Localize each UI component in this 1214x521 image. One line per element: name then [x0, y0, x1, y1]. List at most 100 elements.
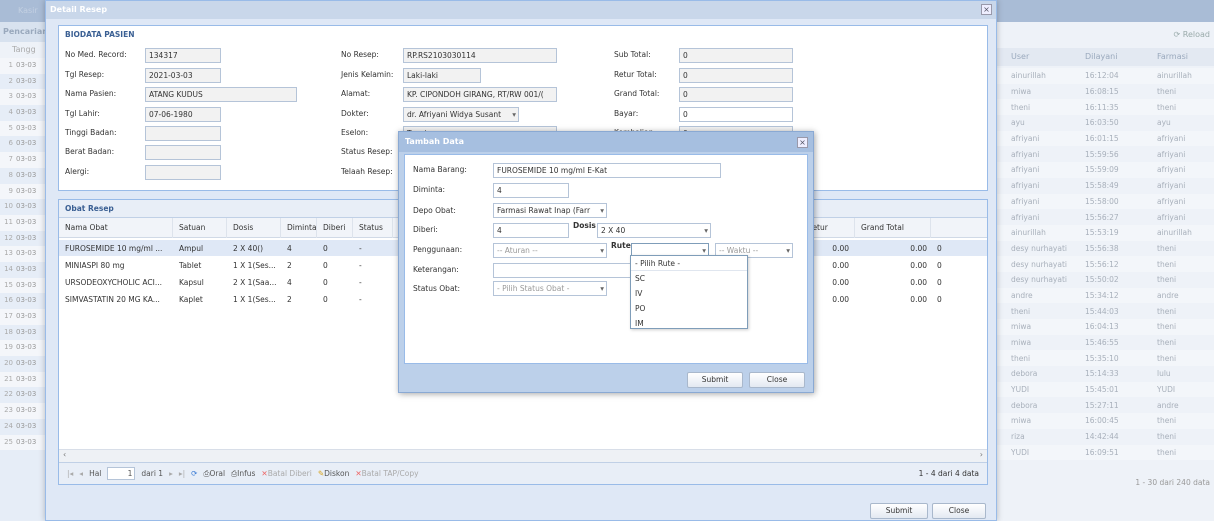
search-list-item[interactable]: 17 03-03 [0, 309, 47, 325]
history-column-header[interactable]: Farmasi [1147, 48, 1207, 66]
no-med-field[interactable]: 134317 [145, 48, 221, 63]
history-row[interactable]: afriyani 16:01:15 afriyani [997, 130, 1214, 147]
obat-column-header[interactable]: Nama Obat [59, 217, 173, 238]
search-list-item[interactable]: 5 03-03 [0, 120, 47, 137]
nama-pasien-field[interactable]: ATANG KUDUS [145, 87, 297, 102]
reload-button[interactable]: ⟳ Reload [1174, 30, 1210, 39]
tgl-resep-field[interactable]: 2021-03-03 [145, 68, 221, 83]
history-row[interactable]: miwa 16:00:45 theni [997, 413, 1214, 429]
search-list-item[interactable]: 11 03-03 [0, 214, 47, 231]
history-row[interactable]: miwa 15:46:55 theni [997, 335, 1214, 351]
search-list-item[interactable]: 24 03-03 [0, 419, 47, 435]
history-row[interactable]: afriyani 15:58:49 afriyani [997, 178, 1214, 194]
submit-button[interactable]: Submit [870, 503, 928, 519]
obat-column-header[interactable]: Grand Total [855, 217, 931, 238]
search-list-item[interactable]: 25 03-03 [0, 434, 47, 451]
history-row[interactable]: afriyani 15:56:27 afriyani [997, 209, 1214, 225]
sub-total-field[interactable]: 0 [679, 48, 793, 63]
rute-option[interactable]: - Pilih Rute - [631, 256, 747, 271]
rute-option[interactable]: SC [631, 271, 747, 286]
history-column-header[interactable]: User [997, 48, 1073, 66]
prev-page-icon[interactable]: ◂ [79, 469, 83, 478]
keterangan-field[interactable] [493, 263, 633, 278]
search-list-item[interactable]: 15 03-03 [0, 277, 47, 294]
search-list-item[interactable]: 4 03-03 [0, 105, 47, 121]
obat-column-header[interactable]: Diberi [317, 217, 353, 238]
history-row[interactable]: YUDI 15:45:01 YUDI [997, 381, 1214, 398]
history-row[interactable]: theni 15:44:03 theni [997, 303, 1214, 319]
history-row[interactable]: theni 16:11:35 theni [997, 99, 1214, 116]
search-list-item[interactable]: 10 03-03 [0, 199, 47, 215]
next-page-icon[interactable]: ▸ [169, 469, 173, 478]
close-button[interactable]: Close [932, 503, 986, 519]
rute-option[interactable]: IV [631, 286, 747, 301]
search-list-item[interactable]: 8 03-03 [0, 168, 47, 184]
depo-obat-select[interactable]: Farmasi Rawat Inap (Farr [493, 203, 607, 218]
history-row[interactable]: debora 15:14:33 lulu [997, 366, 1214, 382]
obat-column-header[interactable]: Satuan [173, 217, 227, 238]
history-column-header[interactable]: Dilayani [1073, 48, 1147, 66]
search-list-item[interactable]: 7 03-03 [0, 152, 47, 168]
grid-scrollbar[interactable]: ‹ › [59, 449, 987, 462]
rute-option[interactable]: PO [631, 301, 747, 316]
no-resep-field[interactable]: RP.RS2103030114 [403, 48, 557, 63]
search-list-item[interactable]: 9 03-03 [0, 183, 47, 200]
diskon-button[interactable]: ✎Diskon [318, 469, 349, 478]
search-list-item[interactable]: 23 03-03 [0, 403, 47, 419]
page-input[interactable]: 1 [107, 467, 136, 480]
history-row[interactable]: ainurillah 16:12:04 ainurillah [997, 68, 1214, 84]
first-page-icon[interactable]: |◂ [67, 469, 73, 478]
obat-column-header[interactable]: Status [353, 217, 393, 238]
search-list-item[interactable]: 19 03-03 [0, 340, 47, 357]
tinggi-badan-field[interactable] [145, 126, 221, 141]
search-list-item[interactable]: 22 03-03 [0, 387, 47, 403]
column-header-date[interactable]: Tangg [0, 42, 47, 58]
history-row[interactable]: afriyani 15:58:00 afriyani [997, 193, 1214, 210]
history-row[interactable]: afriyani 15:59:56 afriyani [997, 146, 1214, 162]
dialog-close-button[interactable]: × [797, 137, 808, 148]
berat-badan-field[interactable] [145, 145, 221, 160]
nama-barang-field[interactable]: FUROSEMIDE 10 mg/ml E-Kat [493, 163, 721, 178]
obat-column-header[interactable]: Diminta [281, 217, 317, 238]
diberi-field[interactable]: 4 [493, 223, 569, 238]
history-row[interactable]: theni 15:35:10 theni [997, 350, 1214, 367]
history-row[interactable]: desy nurhayati 15:50:02 theni [997, 272, 1214, 288]
jenis-kelamin-field[interactable]: Laki-laki [403, 68, 481, 83]
scroll-left-icon[interactable]: ‹ [63, 450, 66, 459]
aturan-select[interactable]: -- Aturan -- [493, 243, 607, 258]
refresh-icon[interactable]: ⟳ [191, 469, 197, 478]
history-row[interactable]: ayu 16:03:50 ayu [997, 115, 1214, 131]
search-list-item[interactable]: 2 03-03 [0, 74, 47, 90]
history-row[interactable]: riza 14:42:44 theni [997, 429, 1214, 445]
history-row[interactable]: desy nurhayati 15:56:38 theni [997, 241, 1214, 257]
history-row[interactable]: ainurillah 15:53:19 ainurillah [997, 224, 1214, 241]
history-row[interactable]: miwa 16:08:15 theni [997, 84, 1214, 100]
search-list-item[interactable]: 14 03-03 [0, 262, 47, 278]
infus-button[interactable]: ⎙Infus [231, 469, 255, 479]
obat-column-header[interactable]: Dosis [227, 217, 281, 238]
dialog-submit-button[interactable]: Submit [687, 372, 743, 388]
batal-diberi-button[interactable]: ✕Batal Diberi [261, 469, 311, 478]
search-list-item[interactable]: 6 03-03 [0, 136, 47, 152]
dosis-select[interactable]: 2 X 40 [597, 223, 711, 238]
search-list-item[interactable]: 13 03-03 [0, 246, 47, 262]
history-row[interactable]: debora 15:27:11 andre [997, 397, 1214, 413]
search-list-item[interactable]: 18 03-03 [0, 325, 47, 341]
retur-total-field[interactable]: 0 [679, 68, 793, 83]
grand-total-field[interactable]: 0 [679, 87, 793, 102]
search-list-item[interactable]: 12 03-03 [0, 231, 47, 247]
rute-option[interactable]: IM [631, 316, 747, 331]
diminta-field[interactable]: 4 [493, 183, 569, 198]
search-list-item[interactable]: 1 03-03 [0, 58, 47, 74]
tgl-lahir-field[interactable]: 07-06-1980 [145, 107, 221, 122]
history-row[interactable]: YUDI 16:09:51 theni [997, 444, 1214, 461]
search-list-item[interactable]: 16 03-03 [0, 293, 47, 309]
alamat-field[interactable]: KP. CIPONDOH GIRANG, RT/RW 001/( [403, 87, 557, 102]
search-list-item[interactable]: 20 03-03 [0, 356, 47, 372]
history-row[interactable]: desy nurhayati 15:56:12 theni [997, 256, 1214, 272]
alergi-field[interactable] [145, 165, 221, 180]
bayar-field[interactable]: 0 [679, 107, 793, 122]
search-list-item[interactable]: 3 03-03 [0, 89, 47, 106]
history-row[interactable]: andre 15:34:12 andre [997, 287, 1214, 304]
scroll-right-icon[interactable]: › [980, 450, 983, 459]
